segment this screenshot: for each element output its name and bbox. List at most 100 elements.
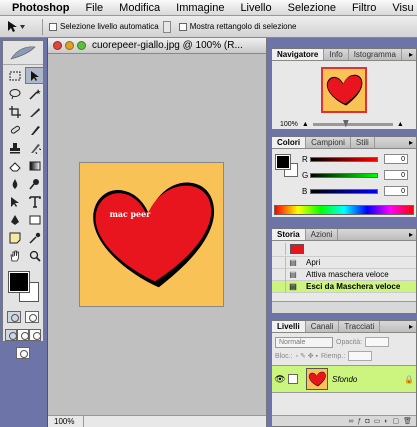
full-screen-menu-mode-button[interactable] <box>17 329 29 341</box>
foreground-color-swatch[interactable] <box>8 271 30 293</box>
panel-menu-icon[interactable]: ▸ <box>406 230 416 240</box>
lock-icons[interactable]: ▫ ✎ ✥ ▪ <box>296 352 319 360</box>
zoom-tool-icon[interactable] <box>25 247 44 264</box>
eraser-tool-icon[interactable] <box>5 157 24 174</box>
dodge-tool-icon[interactable] <box>25 175 44 192</box>
tool-preset-picker[interactable] <box>6 18 36 36</box>
standard-mode-button[interactable] <box>7 311 21 323</box>
history-item-apri[interactable]: ▤ Apri <box>272 256 416 269</box>
type-tool-icon[interactable] <box>25 193 44 210</box>
tab-channels[interactable]: Canali <box>306 321 340 332</box>
clone-stamp-tool-icon[interactable] <box>5 139 24 156</box>
history-item-quick-mask-on[interactable]: ▤ Attiva maschera veloce <box>272 268 416 281</box>
pen-tool-icon[interactable] <box>5 211 24 228</box>
tab-styles[interactable]: Stili <box>351 137 375 148</box>
brush-link-icon[interactable] <box>288 374 298 384</box>
gradient-tool-icon[interactable] <box>25 157 44 174</box>
shape-tool-icon[interactable] <box>25 211 44 228</box>
healing-brush-tool-icon[interactable] <box>5 121 24 138</box>
layer-style-icon[interactable]: ƒ <box>357 418 361 425</box>
blue-channel-slider[interactable] <box>310 188 378 194</box>
auto-select-stepper[interactable] <box>162 20 171 33</box>
layer-row-sfondo[interactable]: 👁 Sfondo 🔒 <box>272 365 416 393</box>
jump-to-imageready-button[interactable] <box>16 347 30 359</box>
history-source-cell[interactable] <box>272 268 286 281</box>
blur-tool-icon[interactable] <box>5 175 24 192</box>
history-item-quick-mask-off[interactable]: ▤ Esci da Maschera veloce <box>272 280 416 293</box>
link-layers-icon[interactable]: ∞ <box>348 418 353 425</box>
brush-tool-icon[interactable] <box>25 121 44 138</box>
history-source-cell[interactable] <box>272 242 286 255</box>
visibility-eye-icon[interactable]: 👁 <box>272 374 288 385</box>
menu-selezione[interactable]: Selezione <box>280 2 344 14</box>
hand-tool-icon[interactable] <box>5 247 24 264</box>
zoom-in-icon[interactable]: ▲ <box>397 121 404 128</box>
layer-mask-icon[interactable]: ◘ <box>365 418 369 425</box>
red-channel-slider[interactable] <box>310 156 378 162</box>
red-channel-value[interactable]: 0 <box>384 154 408 164</box>
tab-layers[interactable]: Livelli <box>272 321 306 332</box>
close-button[interactable] <box>53 41 62 50</box>
trash-icon[interactable]: 🗑 <box>403 417 412 425</box>
menu-modifica[interactable]: Modifica <box>111 2 168 14</box>
lasso-tool-icon[interactable] <box>5 85 24 102</box>
menu-livello[interactable]: Livello <box>232 2 279 14</box>
opacity-field[interactable] <box>365 337 390 347</box>
panel-menu-icon[interactable]: ▸ <box>406 138 416 148</box>
move-tool-icon[interactable] <box>25 67 44 84</box>
navigator-zoom-slider[interactable] <box>312 119 393 128</box>
green-channel-slider[interactable] <box>310 172 378 178</box>
tab-colors[interactable]: Colori <box>272 137 307 148</box>
history-source-cell[interactable] <box>272 256 286 269</box>
standard-screen-mode-button[interactable] <box>5 329 17 341</box>
new-layer-icon[interactable]: ▢ <box>392 417 399 425</box>
document-titlebar[interactable]: cuorepeer-giallo.jpg @ 100% (R... <box>48 38 266 54</box>
fill-field[interactable] <box>348 351 373 361</box>
tab-info[interactable]: Info <box>324 49 349 60</box>
minimize-button[interactable] <box>65 41 74 50</box>
green-channel-value[interactable]: 0 <box>384 170 408 180</box>
new-set-icon[interactable]: ▭ <box>374 417 381 425</box>
show-bounding-checkbox[interactable]: Mostra rettangolo di selezione <box>178 22 296 31</box>
document-zoom-field[interactable]: 100% <box>48 416 84 427</box>
menu-immagine[interactable]: Immagine <box>168 2 232 14</box>
tab-paths[interactable]: Tracciati <box>339 321 381 332</box>
auto-select-checkbox[interactable]: Selezione livello automatica <box>49 22 159 31</box>
navigator-zoom-value[interactable]: 100% <box>280 121 298 128</box>
menu-visualizza[interactable]: Visu <box>384 2 417 14</box>
adjustment-layer-icon[interactable]: ◐ <box>384 418 388 425</box>
menu-file[interactable]: File <box>77 2 111 14</box>
history-source-cell[interactable] <box>272 280 286 293</box>
tab-histogram[interactable]: Istogramma <box>349 49 402 60</box>
slider-knob[interactable] <box>342 119 349 128</box>
history-brush-tool-icon[interactable] <box>25 139 44 156</box>
zoom-out-icon[interactable]: ▲ <box>302 121 309 128</box>
menu-photoshop[interactable]: Photoshop <box>4 2 77 14</box>
panel-menu-icon[interactable]: ▸ <box>406 322 416 332</box>
history-snapshot[interactable] <box>272 241 416 257</box>
magic-wand-tool-icon[interactable] <box>25 85 44 102</box>
menu-filtro[interactable]: Filtro <box>344 2 384 14</box>
photoshop-feather-logo[interactable] <box>3 41 43 65</box>
color-swatches[interactable] <box>5 270 41 304</box>
full-screen-mode-button[interactable] <box>29 329 41 341</box>
navigator-preview[interactable] <box>272 61 416 119</box>
tab-history[interactable]: Storia <box>272 229 306 240</box>
crop-tool-icon[interactable] <box>5 103 24 120</box>
zoom-button[interactable] <box>77 41 86 50</box>
slice-tool-icon[interactable] <box>25 103 44 120</box>
quick-mask-mode-button[interactable] <box>25 311 39 323</box>
tab-swatches[interactable]: Campioni <box>306 137 351 148</box>
foreground-color-swatch[interactable] <box>275 154 291 170</box>
tab-actions[interactable]: Azioni <box>306 229 339 240</box>
navigator-thumbnail[interactable] <box>321 67 367 113</box>
panel-menu-icon[interactable]: ▸ <box>406 50 416 60</box>
image-canvas[interactable]: mac peer <box>79 162 224 307</box>
blue-channel-value[interactable]: 0 <box>384 186 408 196</box>
eyedropper-tool-icon[interactable] <box>25 229 44 246</box>
blend-mode-select[interactable]: Normale <box>275 336 333 348</box>
path-selection-tool-icon[interactable] <box>5 193 24 210</box>
color-spectrum-ramp[interactable] <box>274 205 414 215</box>
notes-tool-icon[interactable] <box>5 229 24 246</box>
tab-navigator[interactable]: Navigatore <box>272 49 325 60</box>
